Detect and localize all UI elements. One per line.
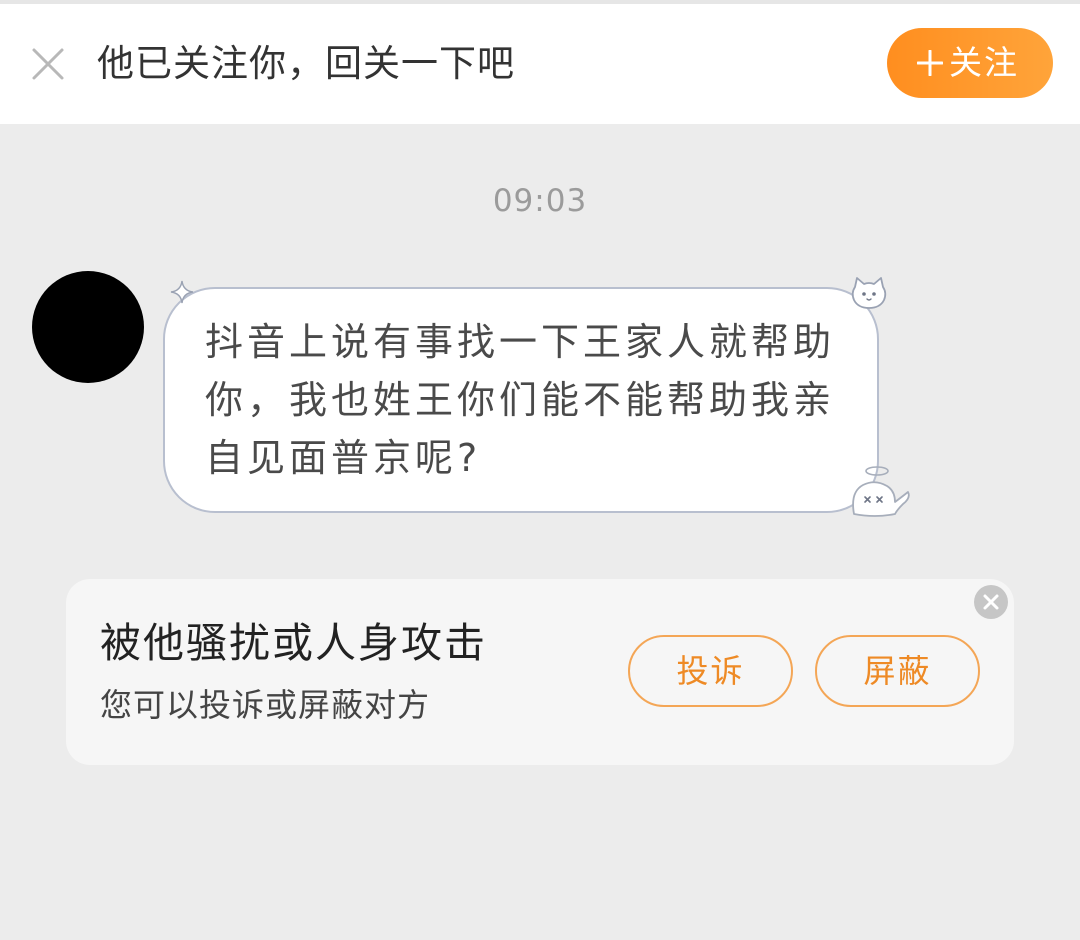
close-icon[interactable] — [26, 42, 70, 86]
ghost-icon — [852, 466, 910, 517]
follow-button-label: 关注 — [949, 43, 1019, 82]
close-circle-icon[interactable] — [974, 585, 1008, 619]
message-text: 抖音上说有事找一下王家人就帮助你，我也姓王你们能不能帮助我亲自见面普京呢? — [205, 320, 836, 480]
report-card-subtitle: 您可以投诉或屏蔽对方 — [100, 686, 431, 724]
message-bubble[interactable]: 抖音上说有事找一下王家人就帮助你，我也姓王你们能不能帮助我亲自见面普京呢? — [163, 287, 879, 513]
sparkle-icon — [170, 280, 194, 304]
message-timestamp: 09:03 — [492, 183, 588, 219]
complain-button[interactable]: 投诉 — [628, 635, 793, 707]
follow-button[interactable]: 关注 — [887, 28, 1053, 98]
report-card: 被他骚扰或人身攻击 您可以投诉或屏蔽对方 投诉 屏蔽 — [66, 579, 1014, 765]
follow-back-prompt: 他已关注你，回关一下吧 — [97, 42, 515, 85]
plus-icon — [917, 50, 943, 76]
avatar[interactable] — [32, 271, 144, 383]
cat-icon — [851, 277, 887, 309]
report-card-title: 被他骚扰或人身攻击 — [100, 619, 487, 667]
block-button[interactable]: 屏蔽 — [815, 635, 980, 707]
follow-back-banner: 他已关注你，回关一下吧 关注 — [0, 0, 1080, 124]
top-divider — [0, 0, 1080, 4]
